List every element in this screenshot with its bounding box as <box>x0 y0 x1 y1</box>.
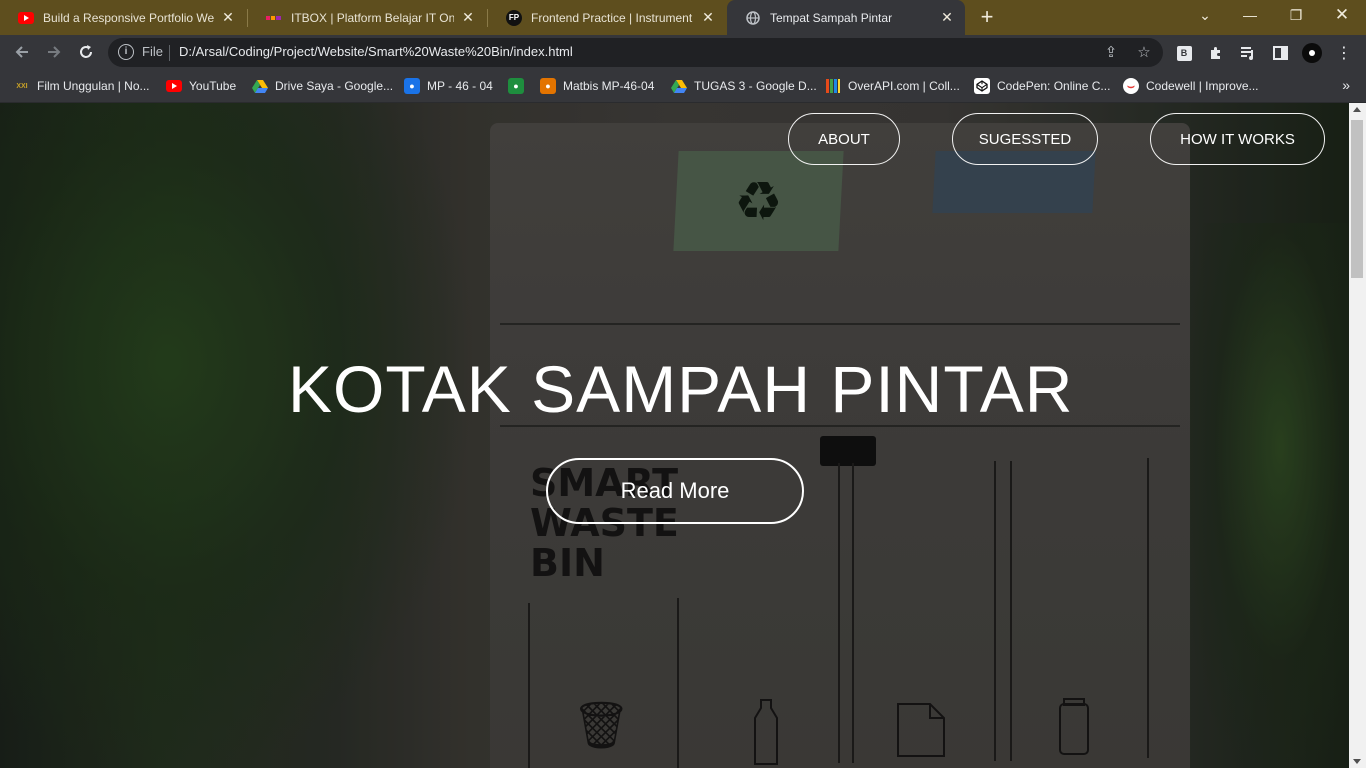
google-drive-icon <box>252 78 268 94</box>
nav-about-button[interactable]: ABOUT <box>788 113 900 165</box>
close-icon[interactable]: ✕ <box>220 9 236 26</box>
scroll-up-arrow-icon[interactable] <box>1353 107 1361 112</box>
bookmark-label: CodePen: Online C... <box>997 79 1111 93</box>
menu-kebab-icon[interactable]: ⋮ <box>1334 43 1354 63</box>
web-page: ♻ SMART WASTE BIN 🗑 ABOUT SUGESSTED HOW … <box>0 103 1349 768</box>
scroll-down-arrow-icon[interactable] <box>1353 759 1361 764</box>
url-text[interactable]: D:/Arsal/Coding/Project/Website/Smart%20… <box>179 44 573 59</box>
bookmarks-bar: XXI Film Unggulan | No... YouTube Drive … <box>0 69 1366 103</box>
bookmark-item[interactable]: OverAPI.com | Coll... <box>825 77 960 95</box>
restore-button[interactable]: ❐ <box>1274 0 1318 30</box>
bookmark-label: Drive Saya - Google... <box>275 79 394 93</box>
youtube-icon <box>166 78 182 94</box>
bookmark-star-icon[interactable]: ☆ <box>1135 44 1153 62</box>
close-icon[interactable]: ✕ <box>460 9 476 26</box>
tab-title: Frontend Practice | Instrument Pr <box>531 10 694 25</box>
new-tab-button[interactable]: + <box>976 6 998 29</box>
codewell-icon: ⌣ <box>1123 78 1139 94</box>
bookmark-label: OverAPI.com | Coll... <box>848 79 960 93</box>
page-scrollbar[interactable] <box>1349 103 1366 768</box>
bookmark-item[interactable]: ● MP - 46 - 04 <box>404 77 493 95</box>
scheme-label: File <box>142 44 163 59</box>
classroom-icon: ● <box>404 78 420 94</box>
tab-title: Build a Responsive Portfolio Web <box>43 10 214 25</box>
google-drive-icon <box>671 78 687 94</box>
classroom-orange-icon: ● <box>540 78 556 94</box>
bookmark-item[interactable]: TUGAS 3 - Google D... <box>671 77 817 95</box>
tab-frontend-practice[interactable]: FP Frontend Practice | Instrument Pr ✕ <box>488 0 726 35</box>
reload-button[interactable] <box>74 40 98 64</box>
hero-title: KOTAK SAMPAH PINTAR <box>288 352 1074 426</box>
tab-tempat-sampah-pintar[interactable]: Tempat Sampah Pintar ✕ <box>727 0 965 35</box>
browser-toolbar: i File D:/Arsal/Coding/Project/Website/S… <box>0 35 1366 69</box>
bookmark-label: Matbis MP-46-04 <box>563 79 655 93</box>
bookmark-item[interactable]: ● Matbis MP-46-04 <box>540 77 654 95</box>
share-icon[interactable]: ⇪ <box>1102 44 1120 62</box>
codepen-icon <box>974 78 990 94</box>
tab-strip: Build a Responsive Portfolio Web ✕ ITBOX… <box>0 0 1366 35</box>
overapi-icon <box>825 78 841 94</box>
tab-search-icon[interactable]: ⌄ <box>1183 0 1227 30</box>
tab-title: Tempat Sampah Pintar <box>770 10 893 25</box>
hero-background-image: ♻ SMART WASTE BIN 🗑 <box>0 103 1349 768</box>
minimize-button[interactable]: — <box>1228 0 1272 30</box>
bookmark-label: YouTube <box>189 79 237 93</box>
forward-button[interactable] <box>42 40 66 64</box>
tab-title: ITBOX | Platform Belajar IT Online <box>291 10 454 25</box>
bookmark-item[interactable]: ● <box>508 77 531 95</box>
itbox-icon <box>266 10 282 26</box>
globe-icon <box>745 10 761 26</box>
xxi-icon: XXI <box>16 82 28 90</box>
nav-how-it-works-button[interactable]: HOW IT WORKS <box>1150 113 1325 165</box>
bookmark-label: Film Unggulan | No... <box>37 79 150 93</box>
bookmark-label: TUGAS 3 - Google D... <box>694 79 817 93</box>
side-panel-icon[interactable] <box>1270 43 1290 63</box>
bookmark-item[interactable]: YouTube <box>166 77 236 95</box>
close-icon[interactable]: ✕ <box>939 9 955 26</box>
address-divider <box>169 45 170 61</box>
site-info-icon[interactable]: i <box>118 44 134 60</box>
bookmark-item[interactable]: CodePen: Online C... <box>974 77 1110 95</box>
read-more-button[interactable]: Read More <box>546 458 804 524</box>
media-queue-icon[interactable] <box>1238 43 1258 63</box>
more-bookmarks-icon[interactable]: » <box>1342 77 1350 93</box>
profile-avatar[interactable] <box>1302 43 1322 63</box>
bookmark-item[interactable]: XXI Film Unggulan | No... <box>14 77 150 95</box>
dark-overlay <box>0 103 1349 768</box>
tab-youtube[interactable]: Build a Responsive Portfolio Web ✕ <box>0 0 246 35</box>
fp-icon: FP <box>506 9 522 26</box>
close-icon[interactable]: ✕ <box>700 9 716 26</box>
puzzle-extensions-icon[interactable] <box>1206 43 1226 63</box>
classroom-green-icon: ● <box>508 78 524 94</box>
youtube-icon <box>18 10 34 26</box>
tab-itbox[interactable]: ITBOX | Platform Belajar IT Online ✕ <box>248 0 486 35</box>
back-button[interactable] <box>10 40 34 64</box>
scrollbar-thumb[interactable] <box>1351 120 1363 278</box>
nav-suggested-button[interactable]: SUGESSTED <box>952 113 1098 165</box>
address-bar[interactable]: i File D:/Arsal/Coding/Project/Website/S… <box>108 38 1163 67</box>
extension-b-icon[interactable]: B <box>1174 43 1194 63</box>
bookmark-item[interactable]: Drive Saya - Google... <box>252 77 393 95</box>
bookmark-label: MP - 46 - 04 <box>427 79 493 93</box>
bookmark-item[interactable]: ⌣ Codewell | Improve... <box>1123 77 1259 95</box>
close-window-button[interactable]: ✕ <box>1320 0 1364 30</box>
bookmark-label: Codewell | Improve... <box>1146 79 1259 93</box>
